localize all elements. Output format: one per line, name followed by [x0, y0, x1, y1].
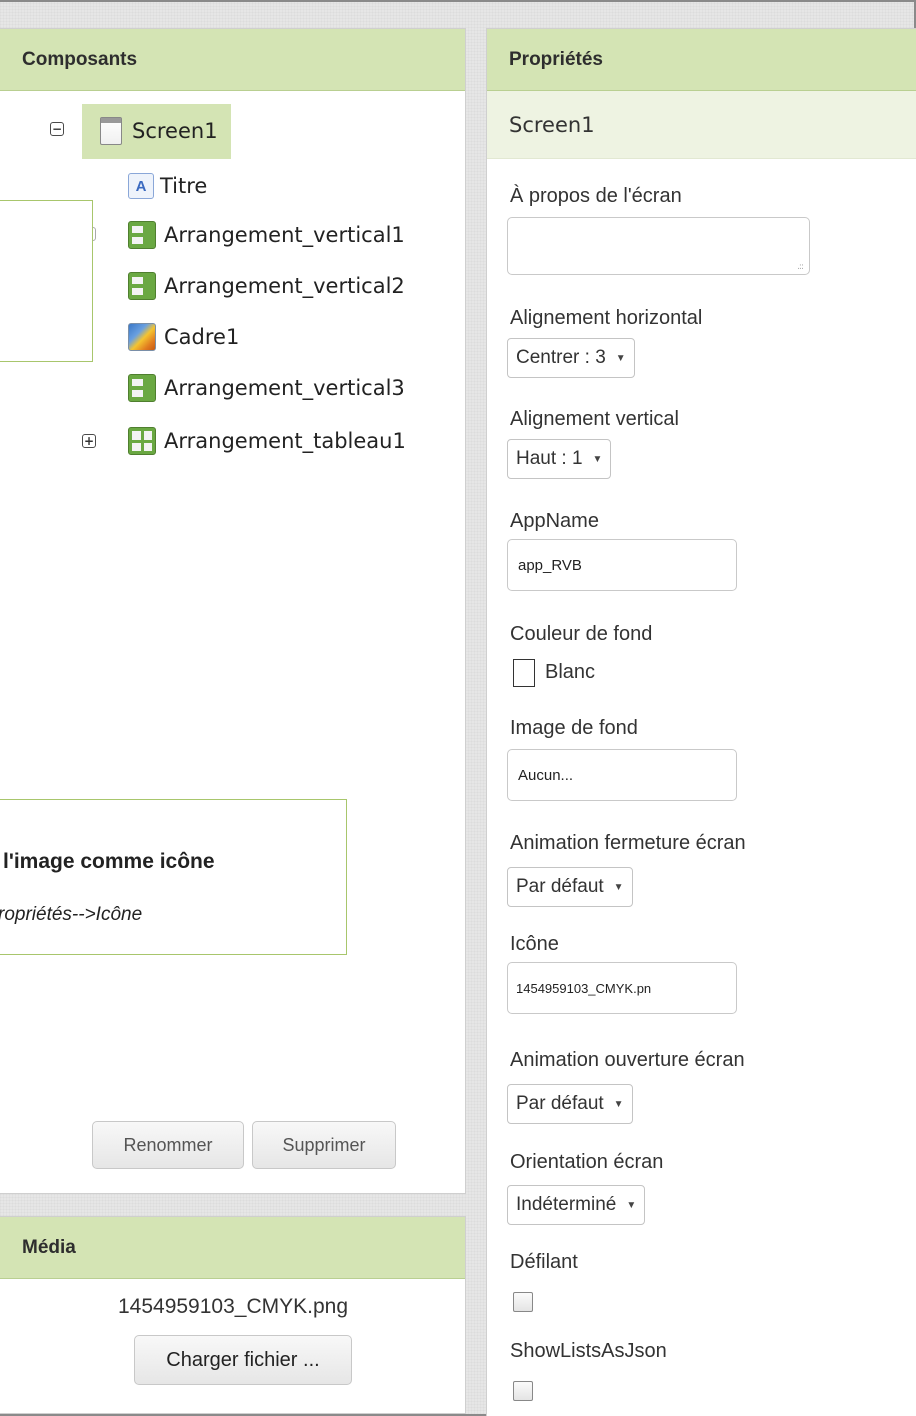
bg-image-picker[interactable]: Aucun...: [507, 749, 737, 801]
chevron-down-icon: ▼: [615, 352, 626, 364]
icon-picker[interactable]: 1454959103_CMYK.pn: [507, 962, 737, 1014]
align-v-select[interactable]: Haut : 1 ▼: [507, 439, 612, 479]
tree-node-label: Arrangement_tableau1: [164, 429, 406, 453]
vertical-arrangement-icon: [128, 272, 156, 300]
chevron-down-icon: ▼: [613, 881, 624, 893]
screen-icon: [100, 117, 122, 145]
select-value: Centrer : 3: [516, 347, 606, 368]
bg-image-label: Image de fond: [510, 717, 638, 739]
tree-node-titre[interactable]: A Titre: [128, 173, 207, 199]
selected-component-name: Screen1: [487, 91, 916, 159]
tree-node-arrangement-tableau1[interactable]: Arrangement_tableau1: [128, 427, 406, 455]
close-anim-label: Animation fermeture écran: [510, 832, 746, 854]
color-swatch[interactable]: [513, 659, 535, 687]
callout-box-small: [0, 200, 93, 362]
tree-node-label: Screen1: [132, 119, 218, 143]
tree-node-label: Arrangement_vertical2: [164, 274, 405, 298]
upload-file-button[interactable]: Charger fichier ...: [134, 1335, 352, 1385]
about-label: À propos de l'écran: [510, 185, 682, 207]
show-lists-json-label: ShowListsAsJson: [510, 1340, 667, 1362]
select-value: Par défaut: [516, 876, 604, 897]
media-panel: Média 1454959103_CMYK.png Charger fichie…: [0, 1216, 466, 1414]
tree-node-arrangement-vertical3[interactable]: Arrangement_vertical3: [128, 374, 405, 402]
tree-node-arrangement-vertical1[interactable]: Arrangement_vertical1: [128, 221, 405, 249]
align-h-select[interactable]: Centrer : 3 ▼: [507, 338, 635, 378]
orientation-label: Orientation écran: [510, 1151, 664, 1173]
select-value: Indéterminé: [516, 1194, 617, 1215]
vertical-arrangement-icon: [128, 221, 156, 249]
tree-node-label: Arrangement_vertical1: [164, 223, 405, 247]
chevron-down-icon: ▼: [626, 1199, 637, 1211]
delete-button[interactable]: Supprimer: [252, 1121, 396, 1169]
label-icon: A: [128, 173, 154, 199]
tree-node-screen1[interactable]: Screen1: [100, 117, 218, 145]
show-lists-json-checkbox[interactable]: [513, 1381, 533, 1401]
table-arrangement-icon: [128, 427, 156, 455]
select-value: Par défaut: [516, 1093, 604, 1114]
media-file-name[interactable]: 1454959103_CMYK.png: [0, 1295, 466, 1319]
media-header: Média: [0, 1217, 465, 1279]
chevron-down-icon: ▼: [613, 1098, 624, 1110]
rename-button[interactable]: Renommer: [92, 1121, 244, 1169]
align-v-label: Alignement vertical: [510, 408, 679, 430]
bg-color-value[interactable]: Blanc: [545, 661, 595, 684]
expand-toggle-icon[interactable]: +: [82, 434, 96, 448]
bg-color-label: Couleur de fond: [510, 623, 653, 645]
properties-panel: Propriétés Screen1 À propos de l'écran A…: [486, 28, 916, 1416]
callout-subtitle: ropriétés-->Icône: [0, 904, 143, 925]
components-header: Composants: [0, 29, 465, 91]
properties-header: Propriétés: [487, 29, 916, 91]
callout-box-icon-hint: l'image comme icône ropriétés-->Icône: [0, 799, 347, 955]
canvas-icon: [128, 323, 156, 351]
tree-node-label: Cadre1: [164, 325, 240, 349]
open-anim-label: Animation ouverture écran: [510, 1049, 745, 1071]
app-name-input[interactable]: app_RVB: [507, 539, 737, 591]
app-name-label: AppName: [510, 510, 599, 532]
select-value: Haut : 1: [516, 448, 583, 469]
tree-node-label: Arrangement_vertical3: [164, 376, 405, 400]
about-textarea[interactable]: [507, 217, 810, 275]
open-anim-select[interactable]: Par défaut ▼: [507, 1084, 633, 1124]
vertical-arrangement-icon: [128, 374, 156, 402]
tree-node-label: Titre: [160, 174, 208, 198]
tree-node-cadre1[interactable]: Cadre1: [128, 323, 239, 351]
align-h-label: Alignement horizontal: [510, 307, 703, 329]
close-anim-select[interactable]: Par défaut ▼: [507, 867, 633, 907]
collapse-toggle-icon[interactable]: −: [50, 122, 64, 136]
chevron-down-icon: ▼: [592, 453, 603, 465]
icon-label: Icône: [510, 933, 559, 955]
orientation-select[interactable]: Indéterminé ▼: [507, 1185, 646, 1225]
scrollable-label: Défilant: [510, 1251, 578, 1273]
scrollable-checkbox[interactable]: [513, 1292, 533, 1312]
tree-node-arrangement-vertical2[interactable]: Arrangement_vertical2: [128, 272, 405, 300]
callout-title: l'image comme icône: [3, 850, 215, 873]
